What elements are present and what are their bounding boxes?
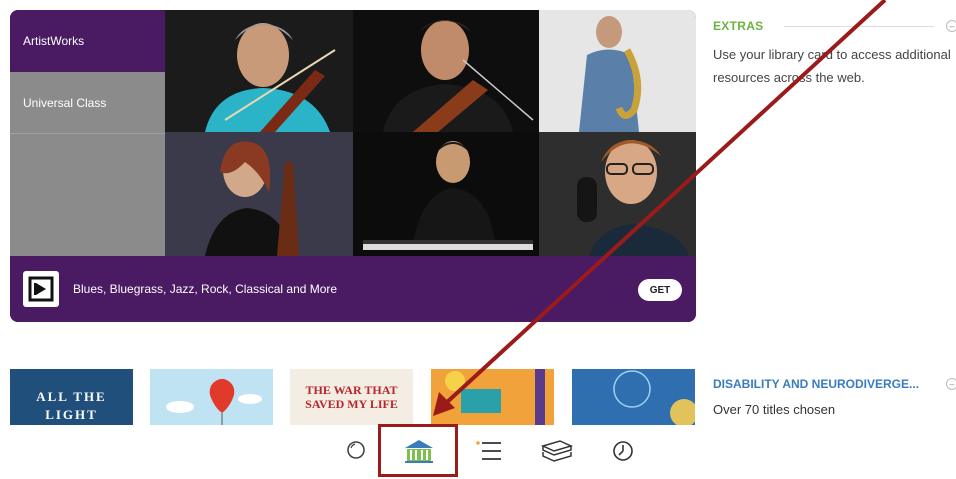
book-cover-all-the-light[interactable]: ALL THE LIGHT — [10, 369, 133, 426]
pianist-photo — [353, 132, 539, 256]
violinist-photo — [165, 10, 353, 132]
artistworks-logo-icon — [23, 271, 59, 307]
sidebar-item-universal-class[interactable]: Universal Class — [10, 72, 165, 134]
extras-description: Use your library card to access addition… — [713, 47, 951, 85]
balloon-illustration-icon — [166, 379, 262, 426]
singer-photo — [539, 132, 696, 256]
list-subtitle: Over 70 titles chosen — [713, 402, 836, 417]
get-button[interactable]: GET — [638, 279, 682, 301]
book-illustration-icon — [613, 370, 695, 426]
book-cover-war-that-saved-my-life[interactable]: THE WAR THAT SAVED MY LIFE — [290, 369, 413, 426]
sidebar-item-artistworks[interactable]: ArtistWorks — [10, 10, 165, 72]
annotation-highlight-box — [378, 424, 458, 477]
bassist-photo — [165, 132, 353, 256]
book-cover-blue[interactable] — [572, 369, 695, 426]
banner-description: Blues, Bluegrass, Jazz, Rock, Classical … — [73, 282, 338, 296]
menu-icon[interactable] — [472, 434, 506, 468]
book-title: SAVED MY LIFE — [305, 397, 398, 411]
extras-card[interactable]: ArtistWorks Universal Class Blues, Blueg… — [10, 10, 696, 322]
extras-sidebar: ArtistWorks Universal Class — [10, 10, 165, 256]
sidebar-item-label: Universal Class — [23, 95, 107, 110]
violinist-photo-2 — [353, 10, 539, 132]
search-icon[interactable] — [340, 434, 374, 468]
saxophonist-photo — [539, 10, 696, 132]
book-illustration-icon — [445, 369, 545, 426]
book-title: LIGHT — [45, 407, 98, 422]
extras-banner: Blues, Bluegrass, Jazz, Rock, Classical … — [10, 256, 696, 322]
book-title: THE WAR THAT — [305, 383, 398, 397]
books-icon[interactable] — [540, 434, 574, 468]
clock-icon[interactable] — [606, 434, 640, 468]
book-cover-balloon[interactable] — [150, 369, 273, 426]
extras-heading: EXTRAS — [713, 19, 764, 33]
sidebar-item-label: ArtistWorks — [23, 34, 85, 48]
extras-collapse-icon[interactable]: – — [946, 20, 956, 32]
extras-divider — [784, 26, 934, 27]
book-title: ALL THE — [36, 389, 107, 404]
musician-photo-grid — [165, 10, 696, 256]
list-collapse-icon[interactable]: – — [946, 378, 956, 390]
book-cover-orange[interactable] — [431, 369, 554, 426]
list-heading[interactable]: DISABILITY AND NEURODIVERGE... — [713, 377, 919, 391]
